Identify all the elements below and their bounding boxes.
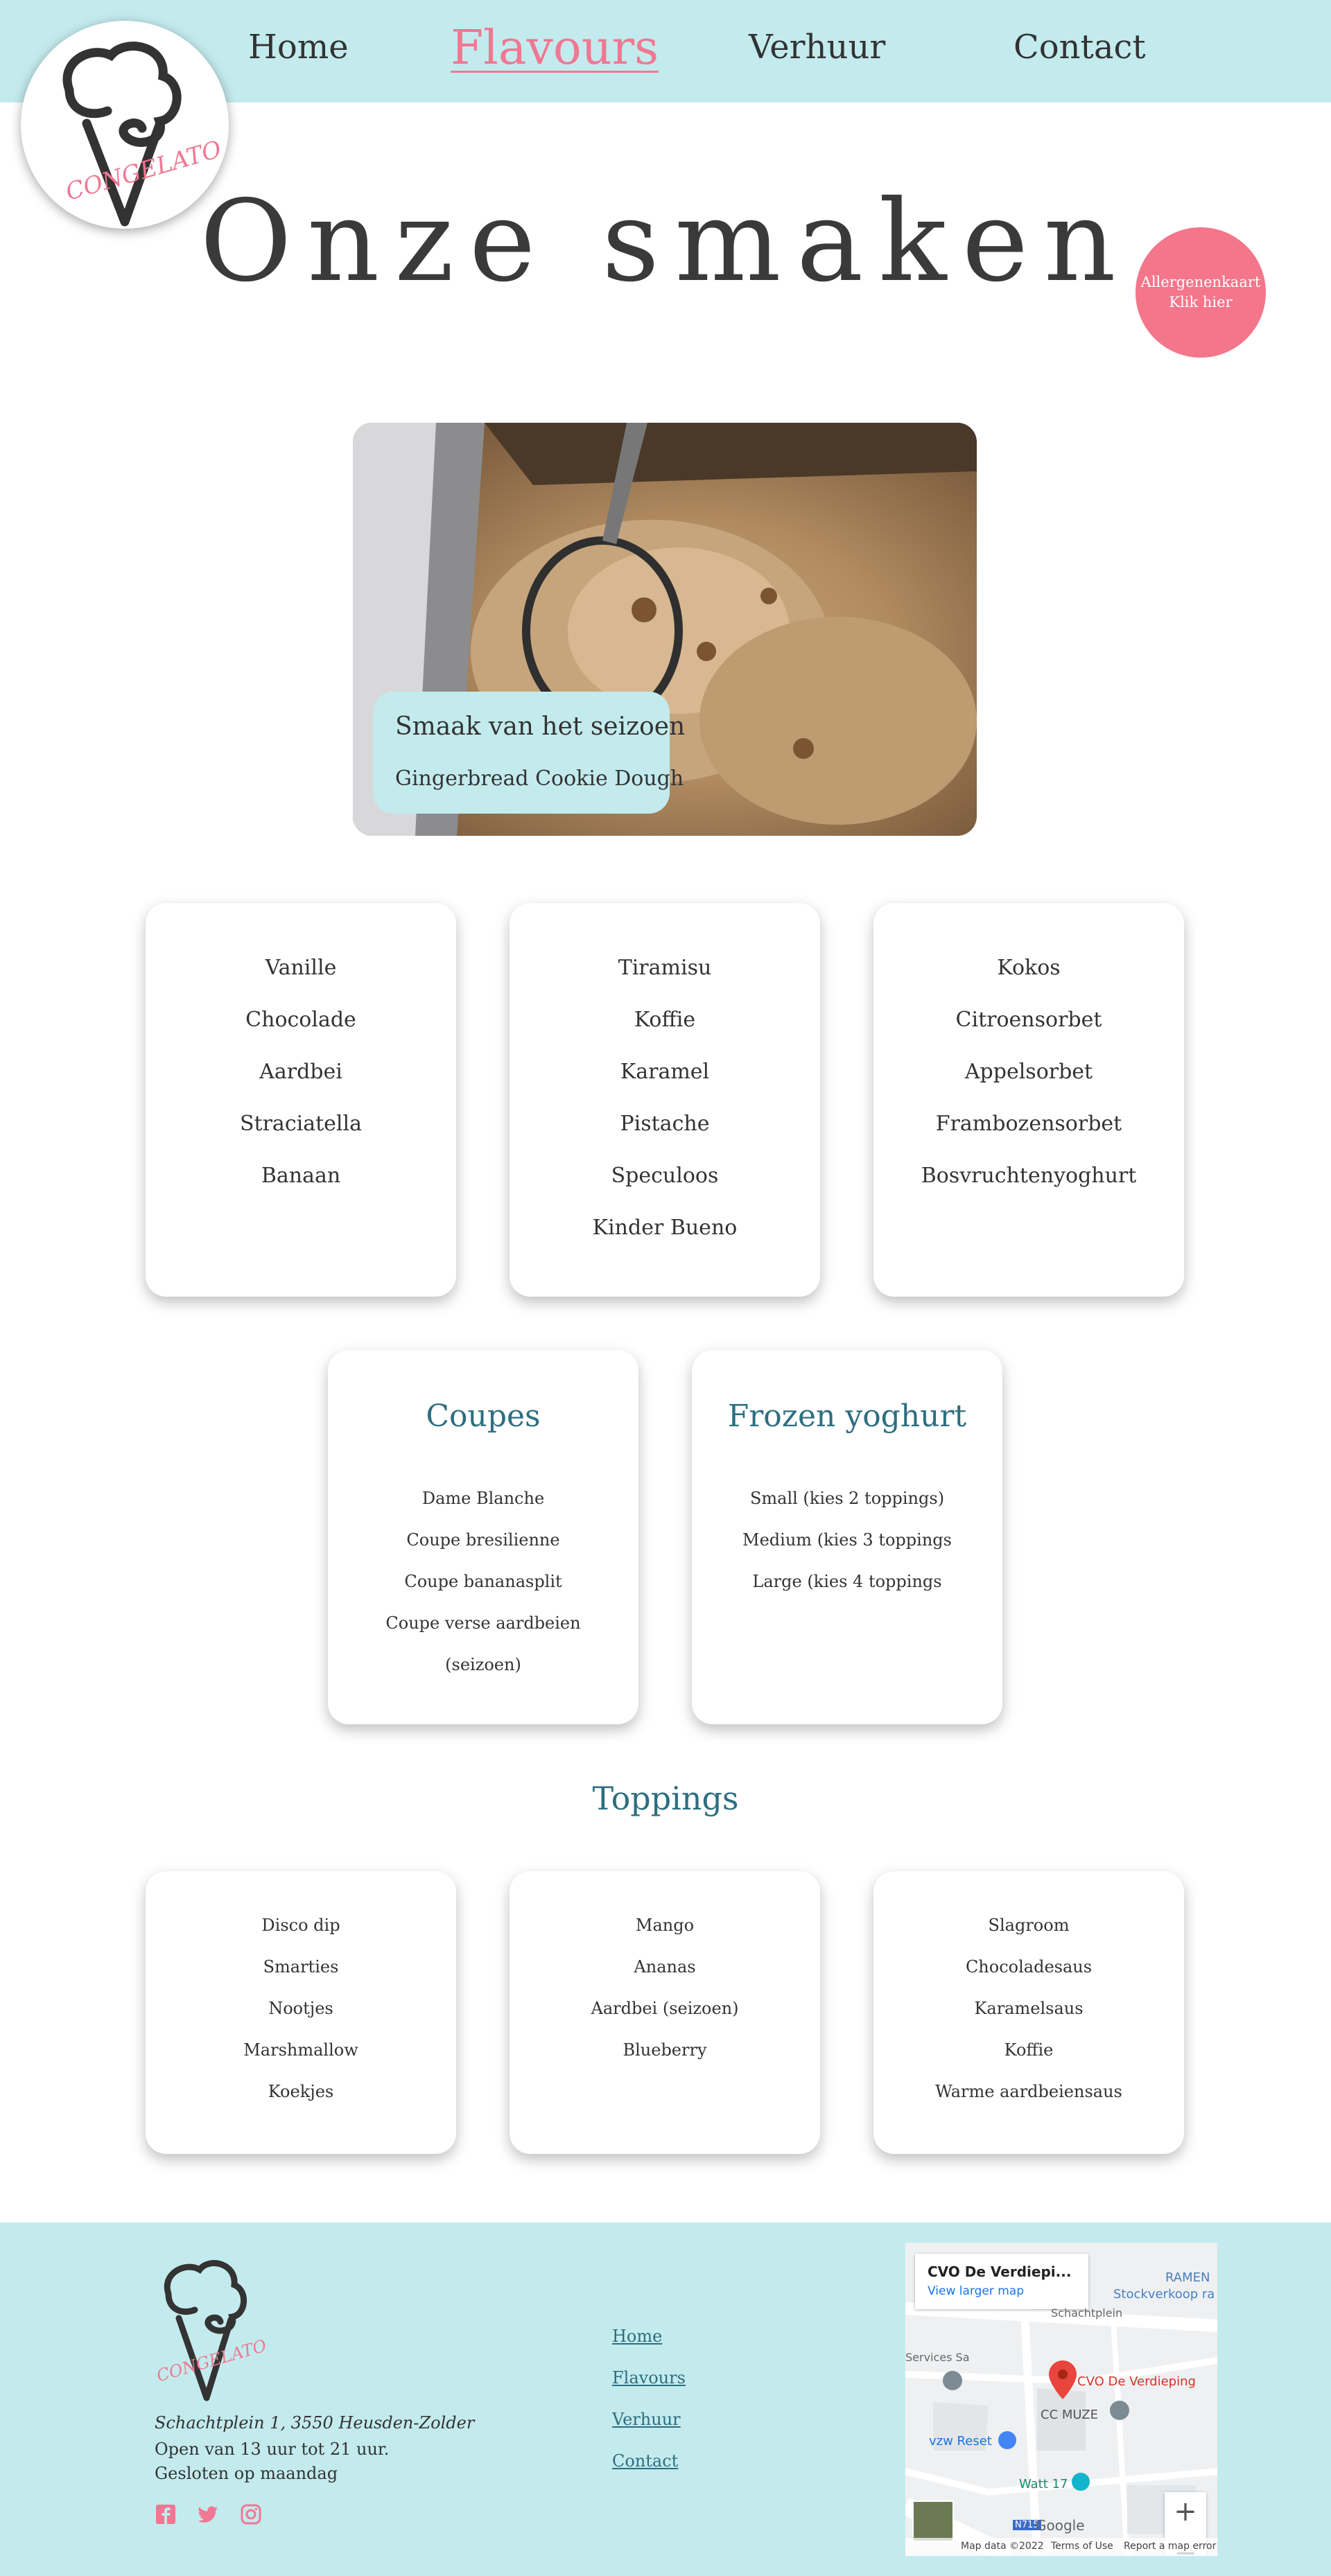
- ice-cream-logo-icon: CONGELATO: [155, 2260, 269, 2401]
- flavour-card-specials: Tiramisu Koffie Karamel Pistache Speculo…: [510, 903, 820, 1297]
- list-item: Medium (kies 3 toppings: [742, 1530, 952, 1550]
- list-item: Aardbei: [259, 1060, 342, 1084]
- allergen-button[interactable]: Allergenenkaart Klik hier: [1136, 227, 1266, 358]
- list-item: Koekjes: [268, 2082, 334, 2101]
- list-item: Bosvruchtenyoghurt: [921, 1164, 1137, 1188]
- map-place-card: [915, 2254, 1088, 2309]
- map-label: Watt 17: [1019, 2477, 1068, 2491]
- list-item: Aardbei (seizoen): [591, 1999, 739, 2018]
- list-item: Kinder Bueno: [592, 1216, 738, 1240]
- list-item: Straciatella: [239, 1112, 362, 1136]
- list-item: Chocoladesaus: [965, 1957, 1093, 1977]
- list-item: Mango: [635, 1916, 695, 1935]
- toppings-card-1: Disco dip Smarties Nootjes Marshmallow K…: [146, 1871, 456, 2154]
- allergen-link: Klik hier: [1169, 294, 1233, 310]
- map-label: CC MUZE: [1041, 2408, 1098, 2422]
- coupes-card: Coupes Dame Blanche Coupe bresilienne Co…: [328, 1350, 638, 1724]
- frozen-title: Frozen yoghurt: [727, 1399, 967, 1434]
- map-pin-label: CVO De Verdieping: [1077, 2374, 1196, 2389]
- map-poi-icon: [943, 2371, 962, 2390]
- embedded-map[interactable]: CVO De Verdiepi... View larger map RAMEN…: [905, 2243, 1217, 2556]
- season-flavour: Gingerbread Cookie Dough: [395, 766, 684, 791]
- map-report-link[interactable]: Report a map error: [1124, 2541, 1216, 2552]
- list-item: Coupe bresilienne: [406, 1530, 560, 1550]
- list-item: Pistache: [620, 1112, 710, 1136]
- nav-contact[interactable]: Contact: [1014, 28, 1146, 67]
- nav-flavours[interactable]: Flavours: [451, 21, 659, 76]
- list-item: Small (kies 2 toppings): [749, 1489, 945, 1508]
- list-item: Coupe bananasplit: [404, 1572, 562, 1591]
- flavour-card-sorbets: Kokos Citroensorbet Appelsorbet Framboze…: [873, 903, 1184, 1297]
- list-item: Smarties: [263, 1957, 339, 1977]
- map-terms-link[interactable]: Terms of Use: [1051, 2541, 1113, 2552]
- map-label: Map data ©2022: [961, 2541, 1044, 2552]
- list-item: Speculoos: [611, 1164, 719, 1188]
- footer-link-flavours[interactable]: Flavours: [612, 2368, 686, 2387]
- map-place-name: CVO De Verdiepi...: [928, 2263, 1072, 2280]
- list-item: Warme aardbeiensaus: [935, 2082, 1122, 2101]
- map-satellite-thumbnail[interactable]: [912, 2500, 954, 2542]
- toppings-card-3: Slagroom Chocoladesaus Karamelsaus Koffi…: [873, 1871, 1184, 2154]
- footer-link-home[interactable]: Home: [612, 2327, 662, 2346]
- list-item: Disco dip: [261, 1916, 340, 1935]
- nav-verhuur[interactable]: Verhuur: [749, 28, 885, 67]
- list-item: Dame Blanche: [421, 1489, 545, 1508]
- map-label: Google: [1036, 2517, 1085, 2534]
- list-item: Banaan: [261, 1164, 341, 1188]
- map-poi-icon: [1110, 2401, 1129, 2420]
- list-item: Karamel: [620, 1060, 710, 1084]
- season-title: Smaak van het seizoen: [395, 712, 686, 741]
- footer-link-contact[interactable]: Contact: [612, 2451, 678, 2471]
- page-title: Onze smaken: [200, 177, 1131, 307]
- frozen-yoghurt-card: Frozen yoghurt Small (kies 2 toppings) M…: [692, 1350, 1002, 1724]
- list-item: Chocolade: [245, 1008, 356, 1032]
- list-item: Slagroom: [988, 1916, 1070, 1935]
- list-item: Koffie: [634, 1008, 696, 1032]
- list-item: Ananas: [634, 1957, 696, 1977]
- list-item: Kokos: [997, 956, 1061, 980]
- toppings-card-2: Mango Ananas Aardbei (seizoen) Blueberry: [510, 1871, 820, 2154]
- footer-address: Schachtplein 1, 3550 Heusden-Zolder: [155, 2413, 475, 2433]
- map-poi-icon: [1072, 2473, 1090, 2491]
- nav-home[interactable]: Home: [248, 28, 349, 67]
- list-item: Frambozensorbet: [935, 1112, 1122, 1136]
- map-label: Stockverkoop ra: [1113, 2287, 1215, 2302]
- list-item: Nootjes: [268, 1999, 333, 2018]
- facebook-icon[interactable]: [155, 2503, 177, 2525]
- list-item: Appelsorbet: [964, 1060, 1093, 1084]
- map-label: Services Sa: [905, 2351, 970, 2364]
- list-item: Tiramisu: [618, 956, 712, 980]
- season-caption: [373, 692, 670, 814]
- instagram-icon[interactable]: [240, 2503, 262, 2525]
- allergen-label: Allergenenkaart: [1140, 274, 1261, 290]
- list-item: (seizoen): [445, 1655, 521, 1674]
- map-label: RAMEN: [1165, 2270, 1210, 2285]
- map-pin-icon: [1049, 2360, 1077, 2399]
- list-item: Citroensorbet: [955, 1008, 1102, 1032]
- list-item: Koffie: [1004, 2040, 1054, 2060]
- list-item: Large (kies 4 toppings: [752, 1572, 942, 1591]
- map-poi-icon: [998, 2431, 1016, 2449]
- map-larger-link[interactable]: View larger map: [928, 2284, 1024, 2298]
- coupes-title: Coupes: [426, 1399, 541, 1434]
- list-item: Karamelsaus: [974, 1999, 1084, 2018]
- footer-hours: Open van 13 uur tot 21 uur. Gesloten op …: [155, 2439, 390, 2483]
- map-label: vzw Reset: [929, 2434, 992, 2448]
- list-item: Vanille: [265, 956, 337, 980]
- footer-logo[interactable]: CONGELATO: [155, 2256, 269, 2401]
- flavour-card-classic: Vanille Chocolade Aardbei Straciatella B…: [146, 903, 456, 1297]
- list-item: Coupe verse aardbeien: [385, 1613, 581, 1633]
- list-item: Blueberry: [623, 2040, 707, 2060]
- map-label: Schachtplein: [1051, 2306, 1123, 2320]
- toppings-title: Toppings: [592, 1780, 739, 1817]
- list-item: Marshmallow: [243, 2040, 358, 2060]
- zoom-in-icon[interactable]: +: [1165, 2492, 1206, 2531]
- twitter-icon[interactable]: [197, 2503, 219, 2525]
- footer-link-verhuur[interactable]: Verhuur: [612, 2410, 681, 2429]
